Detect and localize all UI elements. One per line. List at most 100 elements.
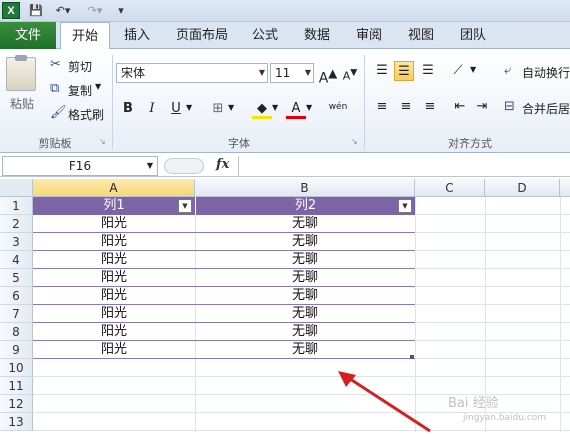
redo-icon[interactable]: ↷▾ bbox=[82, 3, 108, 19]
formula-input[interactable] bbox=[238, 156, 570, 176]
table-cell[interactable]: 无聊 bbox=[195, 233, 415, 251]
tab-data[interactable]: 数据 bbox=[294, 22, 340, 49]
filter-dropdown-icon[interactable]: ▼ bbox=[178, 199, 192, 213]
row-header[interactable]: 12 bbox=[0, 395, 33, 413]
align-bottom-icon[interactable]: ☰ bbox=[418, 61, 438, 81]
format-painter-button[interactable]: 格式刷 bbox=[68, 106, 104, 123]
tab-review[interactable]: 审阅 bbox=[346, 22, 392, 49]
decrease-indent-icon[interactable]: ⇤ bbox=[450, 97, 470, 117]
table-cell[interactable]: 阳光 bbox=[33, 287, 195, 305]
tab-team[interactable]: 团队 bbox=[450, 22, 496, 49]
column-header-a[interactable]: A bbox=[33, 179, 195, 197]
clipboard-launcher-icon[interactable]: ↘ bbox=[99, 137, 106, 146]
tab-formulas[interactable]: 公式 bbox=[242, 22, 288, 49]
table-cell[interactable]: 无聊 bbox=[195, 215, 415, 233]
formula-bar-expand-handle[interactable] bbox=[164, 158, 204, 174]
borders-icon[interactable]: ⊞ bbox=[208, 99, 228, 119]
italic-button[interactable]: I bbox=[142, 99, 162, 119]
font-color-dropdown-icon[interactable]: ▼ bbox=[306, 103, 312, 112]
paste-label[interactable]: 粘贴 bbox=[10, 95, 34, 112]
customize-icon[interactable]: ▾ bbox=[116, 3, 126, 19]
orientation-dropdown-icon[interactable]: ▼ bbox=[470, 65, 476, 74]
copy-dropdown-icon[interactable]: ▼ bbox=[95, 82, 101, 91]
table-cell[interactable]: 无聊 bbox=[195, 341, 415, 359]
underline-dropdown-icon[interactable]: ▼ bbox=[186, 103, 192, 112]
grow-font-button[interactable]: A▲ bbox=[318, 63, 338, 87]
font-launcher-icon[interactable]: ↘ bbox=[351, 137, 358, 146]
table-resize-handle[interactable] bbox=[410, 355, 414, 359]
column-header-d[interactable]: D bbox=[485, 179, 560, 197]
name-box[interactable]: F16 ▼ bbox=[2, 156, 158, 176]
table-cell[interactable]: 无聊 bbox=[195, 305, 415, 323]
name-box-value: F16 bbox=[68, 159, 92, 173]
tab-file[interactable]: 文件 bbox=[0, 22, 56, 49]
column-header-c[interactable]: C bbox=[415, 179, 485, 197]
increase-indent-icon[interactable]: ⇥ bbox=[472, 97, 492, 117]
row-header[interactable]: 5 bbox=[0, 269, 33, 287]
row-header[interactable]: 6 bbox=[0, 287, 33, 305]
bold-button[interactable]: B bbox=[118, 99, 138, 119]
merge-button[interactable]: 合并后居 bbox=[522, 100, 570, 117]
table-cell[interactable]: 无聊 bbox=[195, 323, 415, 341]
copy-button[interactable]: 复制 bbox=[68, 82, 92, 99]
orientation-icon[interactable]: ⟋ bbox=[448, 61, 468, 81]
undo-icon[interactable]: ↶▾ bbox=[50, 3, 76, 19]
row-header[interactable]: 1 bbox=[0, 197, 33, 215]
table-cell[interactable]: 阳光 bbox=[33, 341, 195, 359]
table-cell[interactable]: 阳光 bbox=[33, 215, 195, 233]
fill-dropdown-icon[interactable]: ▼ bbox=[272, 103, 278, 112]
quick-access-toolbar: X 💾 ↶▾ ↷▾ ▾ bbox=[0, 0, 570, 22]
row-header[interactable]: 9 bbox=[0, 341, 33, 359]
column-header-e[interactable] bbox=[560, 179, 570, 197]
scissors-icon: ✂ bbox=[50, 57, 61, 72]
align-right-icon[interactable]: ≡ bbox=[420, 97, 440, 117]
paste-icon[interactable] bbox=[6, 55, 36, 91]
watermark-logo: Bai 经验 bbox=[448, 396, 499, 411]
row-header[interactable]: 7 bbox=[0, 305, 33, 323]
tab-insert[interactable]: 插入 bbox=[114, 22, 160, 49]
borders-dropdown-icon[interactable]: ▼ bbox=[228, 103, 234, 112]
font-color-button[interactable]: A bbox=[286, 99, 306, 119]
cut-button[interactable]: 剪切 bbox=[68, 58, 92, 75]
fill-color-icon[interactable]: ◆ bbox=[252, 99, 272, 119]
align-middle-icon[interactable]: ☰ bbox=[394, 61, 414, 81]
align-center-icon[interactable]: ≡ bbox=[396, 97, 416, 117]
alignment-group-label: 对齐方式 bbox=[448, 137, 492, 150]
wrap-text-icon: ⤶ bbox=[504, 63, 512, 78]
select-all-corner[interactable] bbox=[0, 179, 33, 197]
align-left-icon[interactable]: ≡ bbox=[372, 97, 392, 117]
column-header-b[interactable]: B bbox=[195, 179, 415, 197]
filter-dropdown-icon[interactable]: ▼ bbox=[398, 199, 412, 213]
table-cell[interactable]: 阳光 bbox=[33, 233, 195, 251]
font-name-combo[interactable]: 宋体 ▼ bbox=[116, 63, 268, 83]
worksheet[interactable]: A B C D 1 2 3 4 5 6 7 8 9 10 11 12 13 列1 列2 ▼ ▼ 阳光 无聊… bbox=[0, 179, 570, 433]
wrap-text-button[interactable]: 自动换行 bbox=[522, 64, 570, 81]
table-cell[interactable]: 无聊 bbox=[195, 287, 415, 305]
row-header[interactable]: 11 bbox=[0, 377, 33, 395]
merge-icon: ⊟ bbox=[504, 99, 515, 114]
table-cell[interactable]: 阳光 bbox=[33, 251, 195, 269]
row-header[interactable]: 8 bbox=[0, 323, 33, 341]
table-cell[interactable]: 阳光 bbox=[33, 323, 195, 341]
table-cell[interactable]: 阳光 bbox=[33, 305, 195, 323]
row-header[interactable]: 13 bbox=[0, 413, 33, 431]
tab-page-layout[interactable]: 页面布局 bbox=[168, 22, 236, 49]
row-header[interactable]: 4 bbox=[0, 251, 33, 269]
function-icon[interactable]: fx bbox=[216, 157, 229, 172]
tab-home[interactable]: 开始 bbox=[60, 22, 110, 50]
row-header[interactable]: 10 bbox=[0, 359, 33, 377]
tab-view[interactable]: 视图 bbox=[398, 22, 444, 49]
table-cell[interactable]: 阳光 bbox=[33, 269, 195, 287]
font-size-combo[interactable]: 11 ▼ bbox=[270, 63, 314, 83]
align-top-icon[interactable]: ☰ bbox=[372, 61, 392, 81]
table-cell[interactable]: 无聊 bbox=[195, 269, 415, 287]
row-header[interactable]: 2 bbox=[0, 215, 33, 233]
phonetic-button[interactable]: wén bbox=[326, 97, 350, 117]
save-icon[interactable]: 💾 bbox=[28, 3, 44, 19]
underline-button[interactable]: U bbox=[166, 99, 186, 119]
ribbon-tabs: 文件 开始 插入 页面布局 公式 数据 审阅 视图 团队 bbox=[0, 22, 570, 50]
table-row-border bbox=[33, 358, 415, 359]
shrink-font-button[interactable]: A▼ bbox=[340, 63, 360, 83]
table-cell[interactable]: 无聊 bbox=[195, 251, 415, 269]
row-header[interactable]: 3 bbox=[0, 233, 33, 251]
